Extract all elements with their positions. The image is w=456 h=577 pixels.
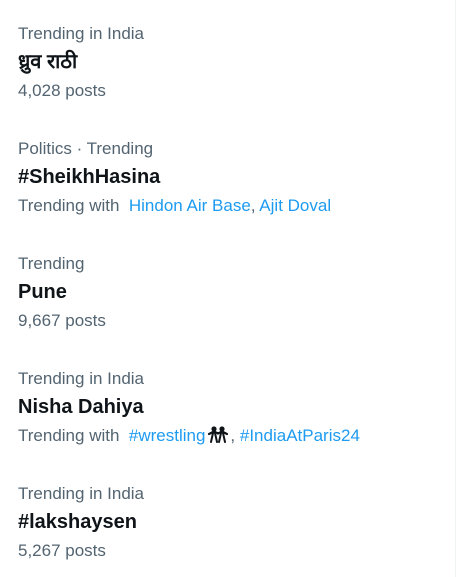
trend-item[interactable]: Trending Pune 9,667 posts (18, 253, 438, 332)
trend-name[interactable]: Pune (18, 279, 438, 305)
trending-with-label: Trending with (18, 426, 120, 445)
trend-item[interactable]: Trending in India Nisha Dahiya Trending … (18, 368, 438, 447)
trend-post-count: 9,667 posts (18, 311, 106, 330)
trend-name[interactable]: #SheikhHasina (18, 164, 438, 190)
trends-list: Trending in India ध्रुव राठी 4,028 posts… (0, 0, 456, 577)
trend-item[interactable]: Trending in India #lakshaysen 5,267 post… (18, 483, 438, 562)
trend-item[interactable]: Politics · Trending #SheikhHasina Trendi… (18, 138, 438, 217)
trend-item[interactable]: Trending in India ध्रुव राठी 4,028 posts (18, 23, 438, 102)
trend-context: Trending (18, 254, 85, 273)
trend-post-count: 4,028 posts (18, 81, 106, 100)
trend-related: Trending with #wrestling , #IndiaAtParis… (18, 426, 360, 445)
related-link-ajit-doval[interactable]: Ajit Doval (259, 196, 331, 215)
related-link-india-at-paris[interactable]: #IndiaAtParis24 (240, 426, 360, 445)
trend-name[interactable]: #lakshaysen (18, 509, 438, 535)
trending-with-label: Trending with (18, 196, 120, 215)
trend-context: Trending in India (18, 24, 145, 43)
wrestlers-icon (208, 426, 229, 443)
trend-related: Trending with Hindon Air Base, Ajit Dova… (18, 196, 332, 215)
trend-context: Trending in India (18, 369, 145, 388)
trend-context: Politics · Trending (18, 139, 154, 158)
trend-context: Trending in India (18, 484, 145, 503)
related-link-wrestling[interactable]: #wrestling (129, 426, 206, 445)
trend-post-count: 5,267 posts (18, 541, 106, 560)
trend-name[interactable]: ध्रुव राठी (18, 49, 438, 75)
related-link-hindon-air-base[interactable]: Hindon Air Base (129, 196, 251, 215)
trend-name[interactable]: Nisha Dahiya (18, 394, 438, 420)
